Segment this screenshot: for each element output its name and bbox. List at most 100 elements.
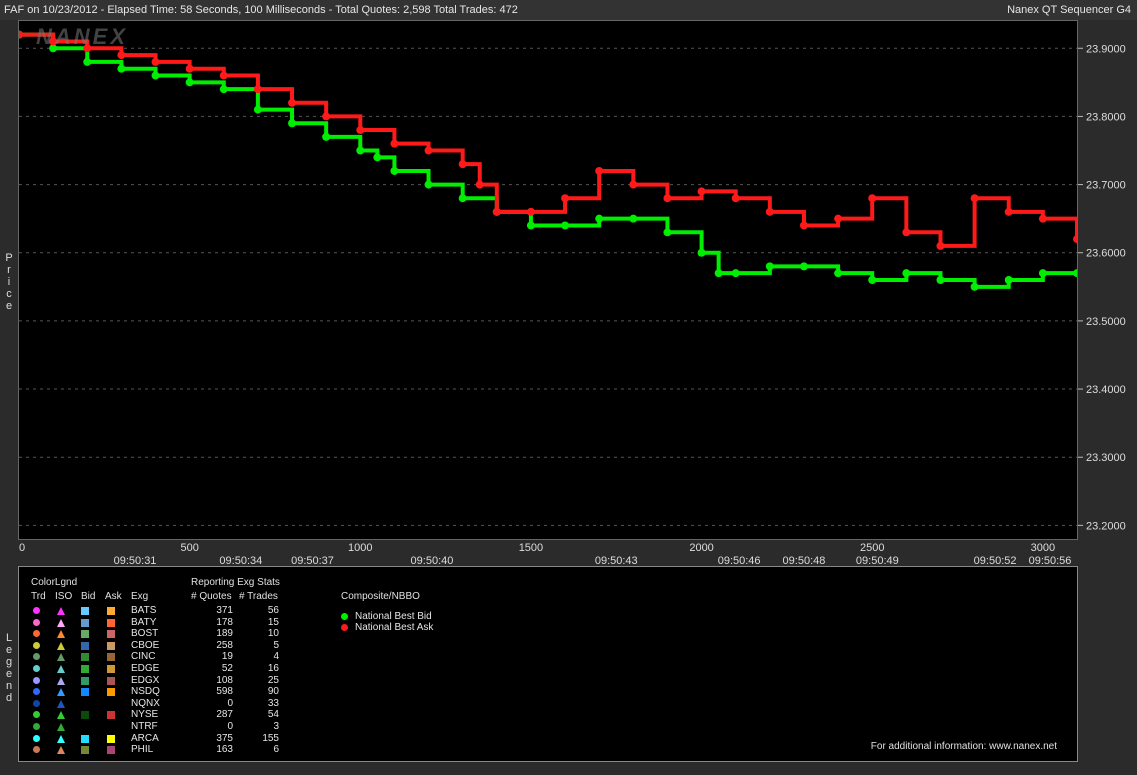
trade-dot-icon [33, 618, 40, 626]
ask-swatch [107, 607, 115, 615]
bid-swatch [81, 665, 89, 673]
exchange-name: BOST [131, 628, 159, 640]
series-point [492, 207, 501, 216]
exchange-row: NYSE 287 54 [19, 709, 319, 721]
colorlgnd-title: ColorLgnd [31, 577, 78, 588]
iso-triangle-icon [57, 630, 65, 639]
ask-swatch [107, 653, 115, 662]
series-point [697, 248, 706, 257]
exchange-row: NQNX 0 33 [19, 698, 319, 710]
y-tick-label: 23.2000 [1086, 520, 1126, 532]
col-ask: Ask [105, 591, 122, 602]
iso-triangle-icon [57, 641, 65, 650]
iso-triangle-icon [57, 653, 65, 662]
trade-dot-icon [33, 688, 40, 696]
y-axis: 23.9000 23.8000 23.7000 23.6000 23.5000 23.40… [1078, 43, 1126, 532]
exchange-name: CINC [131, 651, 156, 663]
price-letter: P [5, 252, 13, 264]
title-bar: FAF on 10/23/2012 - Elapsed Time: 58 Sec… [0, 0, 1137, 20]
series-point [288, 119, 297, 128]
iso-triangle-icon [57, 665, 65, 673]
exchange-name: NQNX [131, 697, 160, 709]
ask-swatch [107, 711, 115, 720]
iso-triangle-icon [57, 734, 65, 743]
stats-title: Reporting Exg Stats [191, 577, 280, 588]
ask-swatch [107, 618, 115, 627]
series-point [356, 126, 365, 135]
y-tick-label: 23.5000 [1086, 316, 1126, 328]
series-point [151, 71, 160, 80]
exchange-row: PHIL 163 6 [19, 744, 319, 756]
iso-triangle-icon [57, 607, 65, 615]
series-point [526, 221, 535, 230]
price-side-label: Price [4, 252, 14, 312]
y-tick-label: 23.8000 [1086, 111, 1126, 123]
nbbo-dot-icon [341, 624, 348, 631]
series-point [697, 187, 706, 196]
series-point [424, 146, 433, 155]
bid-swatch [81, 676, 89, 685]
exchange-name: BATS [131, 605, 157, 616]
series-point [117, 51, 126, 60]
col-quotes: # Quotes [191, 591, 232, 602]
series-point [1073, 269, 1081, 278]
series-point [526, 207, 535, 216]
legend-letter: n [5, 680, 13, 692]
x-tick-label: 0 [19, 542, 25, 554]
iso-triangle-icon [57, 746, 65, 755]
series-point [595, 214, 604, 223]
exchange-row: NTRF 0 3 [19, 721, 319, 733]
series-point [151, 57, 160, 66]
chart-canvas [15, 30, 1081, 526]
series-point [185, 78, 194, 87]
col-iso: ISO [55, 591, 73, 602]
window-title: FAF on 10/23/2012 - Elapsed Time: 58 Sec… [4, 4, 518, 16]
series-point [390, 139, 399, 148]
trade-dot-icon [33, 734, 40, 742]
legend-letter: g [5, 656, 13, 668]
exchange-row: ARCA 375 155 [19, 733, 319, 745]
series-point [373, 153, 382, 162]
exchange-name: CBOE [131, 639, 160, 651]
footer-link[interactable]: For additional information: www.nanex.ne… [871, 741, 1057, 752]
bid-swatch [81, 641, 89, 650]
series-point [970, 282, 979, 291]
col-exg: Exg [131, 591, 149, 602]
legend-panel: ColorLgnd Reporting Exg Stats Composite/… [18, 566, 1078, 762]
series-point [663, 194, 672, 203]
ask-swatch [107, 630, 115, 639]
series-point [253, 105, 262, 114]
trade-count: 4 [273, 651, 279, 663]
exchange-row: BATY 178 15 [19, 617, 319, 629]
quote-count: 371 [216, 605, 233, 616]
quote-count: 598 [216, 686, 233, 698]
series-point [765, 262, 774, 271]
iso-triangle-icon [57, 711, 65, 720]
series-point [970, 194, 979, 203]
bid-swatch [81, 618, 89, 627]
exchange-name: BATY [131, 616, 157, 628]
legend-letter: e [5, 668, 13, 680]
exchange-row: BATS 371 56 [19, 605, 319, 617]
exchange-row: NSDQ 598 90 [19, 686, 319, 698]
series-point [1004, 276, 1013, 284]
exchange-row: BOST 189 10 [19, 628, 319, 640]
price-letter: e [5, 300, 13, 312]
trade-dot-icon [33, 676, 40, 684]
ask-swatch [107, 676, 115, 685]
exchange-row: CINC 19 4 [19, 651, 319, 663]
series-point [219, 85, 228, 94]
trade-dot-icon [33, 607, 40, 614]
series-point [1073, 235, 1081, 244]
y-tick-label: 23.9000 [1086, 43, 1126, 55]
trade-dot-icon [33, 630, 40, 638]
legend-letter: L [5, 632, 13, 644]
quote-count: 108 [216, 674, 233, 686]
exchange-name: NTRF [131, 721, 158, 732]
price-chart[interactable] [15, 20, 1081, 540]
iso-triangle-icon [57, 676, 65, 685]
series-point [868, 276, 877, 284]
series-point [834, 269, 843, 278]
series-point [475, 180, 484, 189]
trade-dot-icon [33, 699, 40, 707]
